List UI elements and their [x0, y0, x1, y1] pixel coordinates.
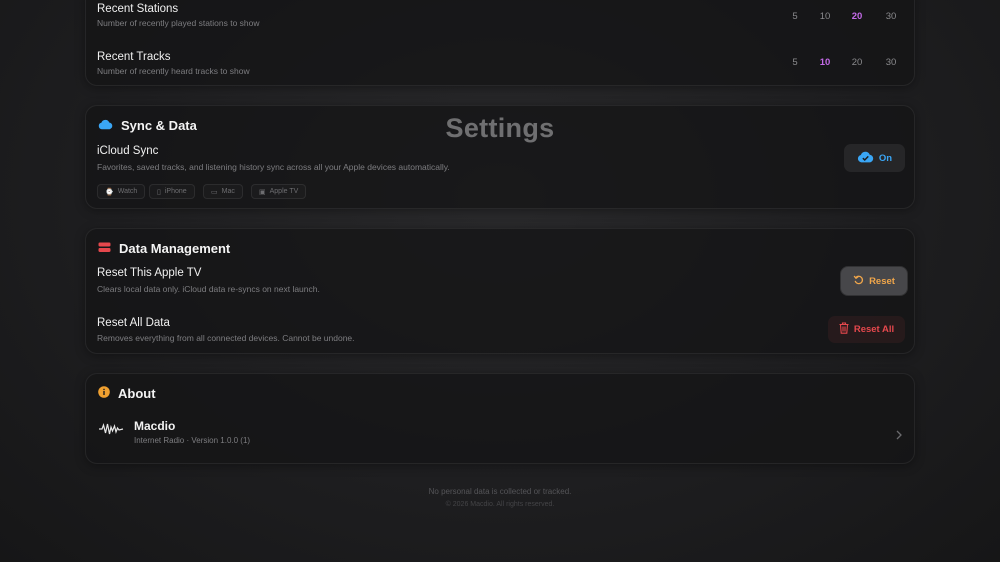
data-management-title: Data Management	[119, 241, 231, 256]
mac-icon: ▭	[211, 188, 218, 196]
recent-tracks-subtitle: Number of recently heard tracks to show	[97, 66, 250, 76]
watch-icon: ⌚	[105, 188, 114, 196]
recent-tracks-title: Recent Tracks	[97, 51, 171, 63]
device-chip-mac: ▭ Mac	[203, 184, 243, 199]
chevron-right-icon	[896, 427, 902, 445]
device-chip-iphone: ▯ iPhone	[149, 184, 195, 199]
app-name: Macdio	[134, 419, 176, 433]
copyright-note: © 2026 Macdio. All rights reserved.	[445, 501, 555, 508]
app-logo-icon	[98, 422, 124, 441]
reset-all-subtitle: Removes everything from all connected de…	[97, 333, 355, 343]
stations-option-20[interactable]: 20	[846, 11, 868, 22]
reset-tv-title: Reset This Apple TV	[97, 267, 202, 279]
reset-tv-subtitle: Clears local data only. iCloud data re-s…	[97, 284, 320, 294]
stations-option-30[interactable]: 30	[880, 11, 902, 22]
icloud-sync-toggle[interactable]: On	[844, 144, 905, 172]
reset-all-button[interactable]: Reset All	[828, 316, 905, 343]
stations-option-10[interactable]: 10	[814, 11, 836, 22]
cloud-check-icon	[857, 151, 874, 166]
about-title: About	[118, 386, 156, 401]
storage-icon	[98, 241, 111, 256]
reset-button-label: Reset	[869, 275, 895, 287]
data-management-header: Data Management	[98, 241, 230, 256]
tracks-option-30[interactable]: 30	[880, 57, 902, 68]
icloud-sync-subtitle: Favorites, saved tracks, and listening h…	[97, 162, 450, 172]
about-header: About	[98, 386, 156, 401]
info-icon	[98, 386, 110, 401]
iphone-icon: ▯	[157, 188, 161, 196]
icloud-toggle-label: On	[878, 152, 893, 164]
trash-icon	[839, 322, 849, 337]
device-chip-watch: ⌚ Watch	[97, 184, 146, 199]
recent-stations-subtitle: Number of recently played stations to sh…	[97, 18, 260, 28]
reset-button[interactable]: Reset	[841, 267, 907, 295]
recent-stations-title: Recent Stations	[97, 3, 179, 15]
about-app-row[interactable]: Macdio Internet Radio · Version 1.0.0 (1…	[86, 412, 916, 452]
page-title: Settings	[445, 113, 555, 143]
device-chip-appletv: ▣ Apple TV	[251, 184, 307, 199]
history-card: Recent Stations Number of recently playe…	[85, 0, 915, 86]
reset-all-button-label: Reset All	[853, 324, 895, 335]
tracks-option-20[interactable]: 20	[846, 57, 868, 68]
reset-all-title: Reset All Data	[97, 317, 170, 329]
stations-option-5[interactable]: 5	[784, 11, 806, 22]
app-version: Internet Radio · Version 1.0.0 (1)	[134, 436, 251, 445]
icloud-sync-title: iCloud Sync	[97, 145, 159, 157]
reset-arrow-icon	[853, 274, 864, 288]
tracks-option-10[interactable]: 10	[814, 57, 836, 68]
tracks-option-5[interactable]: 5	[784, 57, 806, 68]
about-card: About Macdio Internet Radio · Version 1.…	[85, 373, 915, 464]
appletv-icon: ▣	[259, 188, 266, 196]
data-management-card: Data Management Reset This Apple TV Clea…	[85, 228, 915, 354]
privacy-note: No personal data is collected or tracked…	[428, 487, 572, 496]
